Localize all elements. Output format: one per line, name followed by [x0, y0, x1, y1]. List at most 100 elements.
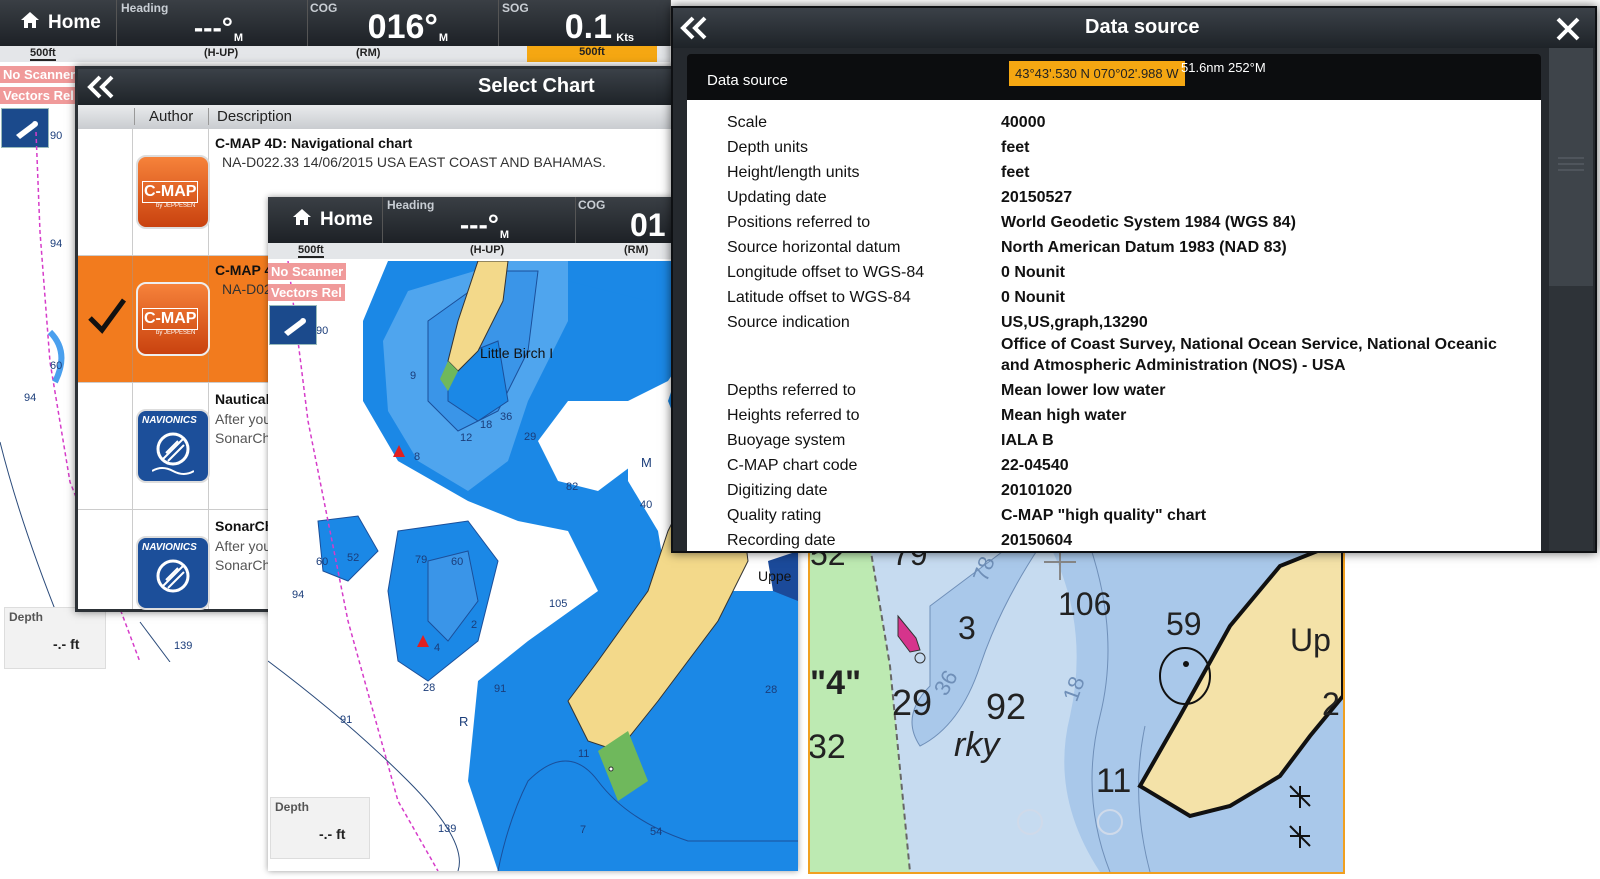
row-label: Longitude offset to WGS-84: [727, 264, 925, 281]
map-letter: R: [459, 714, 469, 729]
raster-chart-view[interactable]: 52 79 106 59 3 78 "4" 29 36 92 18 Up 2 3…: [808, 544, 1345, 874]
data-source-header: Data source: [673, 8, 1595, 48]
no-scanner-tag[interactable]: No Scanner: [268, 263, 347, 280]
raster-sounding: 11: [1096, 762, 1132, 800]
raster-sounding: 106: [1058, 586, 1112, 622]
row-label: Latitude offset to WGS-84: [727, 289, 911, 306]
row-value: World Geodetic System 1984 (WGS 84): [1001, 214, 1296, 231]
row-label: Positions referred to: [727, 214, 871, 231]
mid-depth-box: Depth -.- ft: [270, 797, 370, 859]
sounding: 29: [524, 431, 537, 443]
sounding: 54: [650, 826, 663, 838]
chart-desc: NA-D02: [222, 281, 272, 297]
select-chart-header: Select Chart: [78, 69, 688, 105]
chart-desc: After you: [215, 411, 272, 427]
chart-title: C-MAP 4: [215, 262, 273, 278]
logo-text: C-MAP: [142, 308, 199, 330]
heading-value: ---°: [193, 12, 233, 43]
back-heading-cell: Heading ---° M: [116, 0, 308, 46]
row-value: 20150604: [1001, 532, 1073, 549]
heading-unit: M: [233, 32, 243, 44]
raster-sounding: 3: [958, 610, 976, 646]
sounding: 94: [292, 589, 305, 601]
data-source-subheader: Data source 43°43'.530 N 070°02'.988 W 5…: [687, 54, 1541, 100]
raster-sounding: 29: [892, 682, 933, 723]
sounding: 11: [578, 748, 590, 760]
row-label: Digitizing date: [727, 482, 828, 499]
sounding: 28: [423, 682, 436, 694]
back-chevron-icon[interactable]: [84, 73, 118, 106]
raster-label: Up: [1290, 622, 1331, 658]
chart-desc: NA-D022.33 14/06/2015 USA EAST COAST AND…: [222, 154, 606, 170]
back-scale-bar: 500ft (H-UP) (RM) 500ft: [0, 46, 670, 62]
vectors-rel-tag[interactable]: Vectors Rel: [268, 284, 345, 301]
sounding: 82: [566, 481, 579, 493]
mid-home-button[interactable]: Home: [292, 197, 384, 243]
sounding: 79: [415, 554, 428, 566]
sounding: 90: [50, 130, 63, 142]
scale-mode-2: (RM): [624, 244, 649, 256]
row-label: Depths referred to: [727, 382, 856, 399]
sounding: 90: [316, 325, 329, 337]
range-bearing: 51.6nm 252°M: [1181, 60, 1266, 75]
sounding: 60: [50, 360, 63, 372]
chart-title: C-MAP 4D: Navigational chart: [215, 135, 413, 151]
sog-unit: Kts: [616, 32, 634, 44]
row-divider: [132, 510, 133, 609]
sounding: 91: [494, 683, 507, 695]
data-source-dialog: Data source Data source 43°43'.530 N 070…: [671, 6, 1597, 553]
scrollbar-track[interactable]: [1549, 48, 1593, 551]
depth-value: -.- ft: [53, 636, 80, 652]
depth-label: Depth: [9, 610, 43, 624]
row-label: Height/length units: [727, 164, 860, 181]
logo-text: NAVIONICS: [142, 542, 197, 553]
scale-mode-1: (H-UP): [204, 47, 239, 59]
cog-label: COG: [310, 1, 338, 15]
sounding: 94: [50, 238, 63, 250]
heading-label: Heading: [387, 198, 435, 212]
cmap-logo-icon: C-MAP by JEPPESEN: [136, 155, 210, 229]
sounding: 8: [414, 451, 421, 463]
vessel-icon[interactable]: [269, 305, 317, 345]
column-description[interactable]: Description: [208, 108, 292, 125]
back-home-button[interactable]: Home: [20, 0, 116, 46]
cog-value: 016°: [367, 8, 438, 46]
sog-label: SOG: [502, 1, 529, 15]
chart-desc: After you: [215, 538, 272, 554]
sounding: 9: [410, 370, 417, 382]
section-label: Data source: [707, 72, 788, 89]
row-label: Source indication: [727, 314, 850, 331]
data-source-table: Scale 40000 Depth units feet Height/leng…: [687, 100, 1541, 551]
place-label-2: Uppe: [758, 568, 792, 584]
sounding: 60: [316, 556, 329, 568]
scale-left: 500ft: [298, 244, 324, 258]
cog-value: 01: [630, 207, 666, 243]
scale-mode-2: (RM): [356, 47, 381, 59]
sounding: 139: [438, 823, 457, 835]
select-chart-title: Select Chart: [478, 75, 595, 97]
raster-sounding: 32: [808, 728, 846, 766]
row-value: 0 Nounit: [1001, 264, 1065, 281]
row-value: 22-04540: [1001, 457, 1069, 474]
chart-title: SonarCh: [215, 518, 274, 534]
sounding: 4: [434, 642, 441, 654]
home-label: Home: [320, 209, 373, 230]
sounding: 94: [24, 392, 37, 404]
sounding: 91: [340, 714, 353, 726]
checkmark-icon: [86, 296, 128, 343]
map-letter: M: [641, 455, 652, 470]
sounding: 52: [347, 552, 360, 564]
back-chevron-icon[interactable]: [677, 14, 709, 47]
close-icon[interactable]: [1555, 16, 1581, 47]
mid-heading-cell: Heading ---° M: [382, 197, 576, 243]
logo-sub-text: by JEPPESEN: [156, 203, 196, 209]
scale-left: 500ft: [30, 47, 56, 61]
sog-value: 0.1: [564, 8, 612, 46]
row-label: Updating date: [727, 189, 827, 206]
home-label: Home: [48, 12, 101, 33]
heading-unit: M: [499, 229, 509, 241]
row-label: Scale: [727, 114, 768, 131]
back-depth-box: Depth -.- ft: [4, 607, 106, 669]
chart-title: Nautical: [215, 391, 270, 407]
scrollbar-thumb[interactable]: [1549, 48, 1593, 286]
